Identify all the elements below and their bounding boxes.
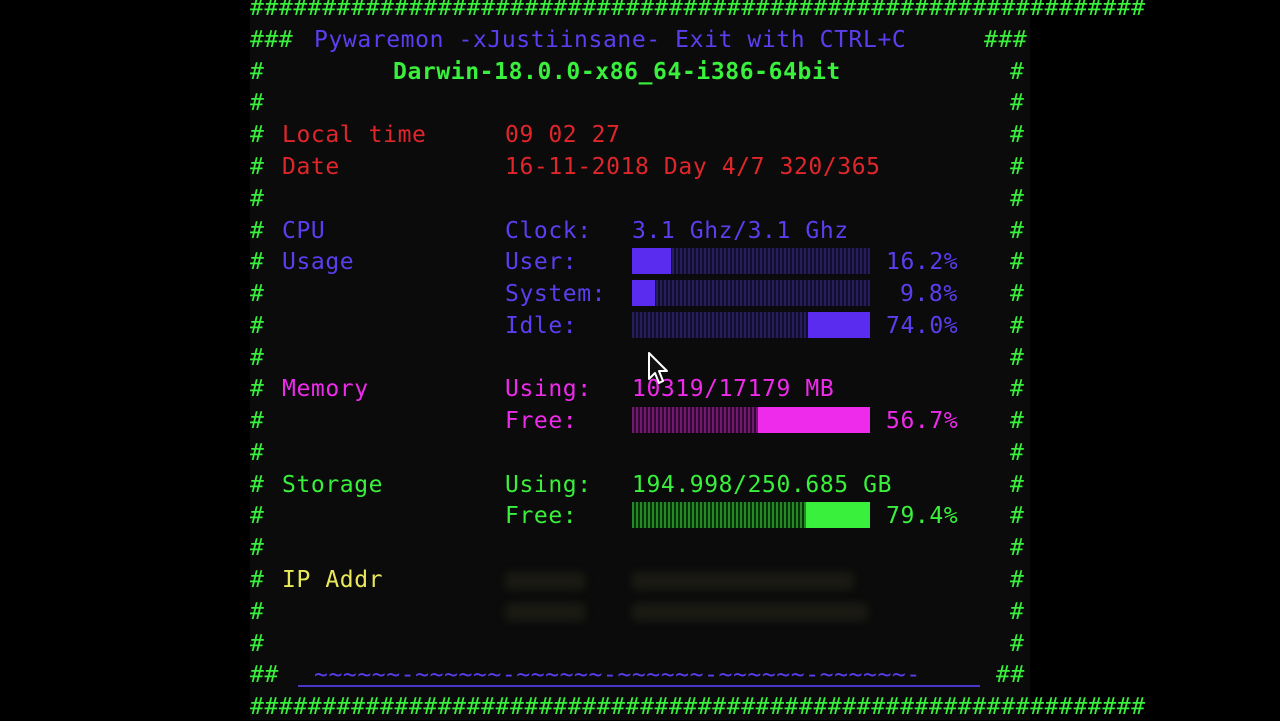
- system-info: Darwin-18.0.0-x86_64-i386-64bit: [393, 59, 841, 85]
- edge-left: #: [250, 408, 265, 434]
- edge-left: #: [250, 249, 265, 275]
- edge-right: #: [1010, 59, 1025, 85]
- cpu-user-bar: [632, 248, 870, 274]
- edge-left: #: [250, 440, 265, 466]
- cpu-idle-label: Idle:: [505, 313, 578, 339]
- edge-right: #: [1010, 90, 1025, 116]
- storage-using-value: 194.998/250.685 GB: [632, 472, 893, 498]
- memory-free-bar: [632, 407, 870, 433]
- edge-left: #: [250, 218, 265, 244]
- date-label: Date: [282, 154, 340, 180]
- ip-addr-label: IP Addr: [282, 567, 384, 593]
- memory-using-label: Using:: [505, 376, 592, 402]
- edge-left: #: [250, 376, 265, 402]
- ip-local-value-redacted: [632, 572, 854, 590]
- bottom-border: ########################################…: [250, 694, 1146, 720]
- footer-underline: [298, 685, 980, 687]
- cpu-system-label: System:: [505, 281, 607, 307]
- cpu-system-bar: [632, 280, 870, 306]
- footer-right-hashes: ##: [996, 662, 1025, 688]
- edge-right: #: [1010, 376, 1025, 402]
- edge-right: #: [1010, 345, 1025, 371]
- ip-local-label-redacted: [505, 572, 585, 590]
- edge-left: #: [250, 599, 265, 625]
- edge-right: #: [1010, 503, 1025, 529]
- ip-remote-value-redacted: [632, 603, 868, 621]
- edge-left: #: [250, 535, 265, 561]
- cpu-idle-bar: [632, 312, 870, 338]
- ip-remote-label-redacted: [505, 603, 585, 621]
- edge-left: #: [250, 154, 265, 180]
- cpu-user-bar-fill: [632, 248, 671, 274]
- cpu-clock-value: 3.1 Ghz/3.1 Ghz: [632, 218, 849, 244]
- cpu-label: CPU: [282, 218, 326, 244]
- cpu-user-label: User:: [505, 249, 578, 275]
- top-border: ########################################…: [250, 0, 1146, 21]
- edge-left: #: [250, 567, 265, 593]
- cpu-system-bar-fill: [632, 280, 656, 306]
- local-time-value: 09 02 27: [505, 122, 621, 148]
- local-time-label: Local time: [282, 122, 427, 148]
- cpu-idle-percent: 74.0%: [886, 313, 959, 339]
- title-left-hashes: ###: [250, 27, 294, 53]
- edge-right: #: [1010, 186, 1025, 212]
- edge-left: #: [250, 281, 265, 307]
- edge-right: #: [1010, 631, 1025, 657]
- edge-left: #: [250, 345, 265, 371]
- storage-free-percent: 79.4%: [886, 503, 959, 529]
- edge-right: #: [1010, 599, 1025, 625]
- memory-label: Memory: [282, 376, 369, 402]
- date-value: 16-11-2018 Day 4/7 320/365: [505, 154, 881, 180]
- memory-free-bar-fill: [758, 407, 870, 433]
- edge-right: #: [1010, 249, 1025, 275]
- cpu-user-percent: 16.2%: [886, 249, 959, 275]
- memory-free-label: Free:: [505, 408, 578, 434]
- edge-left: #: [250, 122, 265, 148]
- edge-right: #: [1010, 408, 1025, 434]
- edge-right: #: [1010, 567, 1025, 593]
- edge-right: #: [1010, 218, 1025, 244]
- edge-right: #: [1010, 122, 1025, 148]
- edge-right: #: [1010, 440, 1025, 466]
- edge-right: #: [1010, 281, 1025, 307]
- edge-left: #: [250, 313, 265, 339]
- edge-left: #: [250, 631, 265, 657]
- storage-using-label: Using:: [505, 472, 592, 498]
- footer-left-hashes: ##: [250, 662, 279, 688]
- edge-left: #: [250, 59, 265, 85]
- mouse-pointer-icon: [648, 352, 668, 384]
- storage-free-bar-fill: [805, 502, 870, 528]
- edge-right: #: [1010, 154, 1025, 180]
- edge-left: #: [250, 503, 265, 529]
- edge-left: #: [250, 186, 265, 212]
- storage-free-bar: [632, 502, 870, 528]
- cpu-system-percent: 9.8%: [900, 281, 958, 307]
- memory-free-percent: 56.7%: [886, 408, 959, 434]
- cpu-usage-label: Usage: [282, 249, 355, 275]
- edge-right: #: [1010, 535, 1025, 561]
- edge-left: #: [250, 472, 265, 498]
- app-title: Pywaremon -xJustiinsane- Exit with CTRL+…: [314, 27, 907, 53]
- cpu-clock-label: Clock:: [505, 218, 592, 244]
- edge-right: #: [1010, 313, 1025, 339]
- cpu-idle-bar-fill: [808, 312, 870, 338]
- title-right-hashes: ###: [984, 27, 1028, 53]
- storage-label: Storage: [282, 472, 384, 498]
- edge-right: #: [1010, 472, 1025, 498]
- edge-left: #: [250, 90, 265, 116]
- storage-free-label: Free:: [505, 503, 578, 529]
